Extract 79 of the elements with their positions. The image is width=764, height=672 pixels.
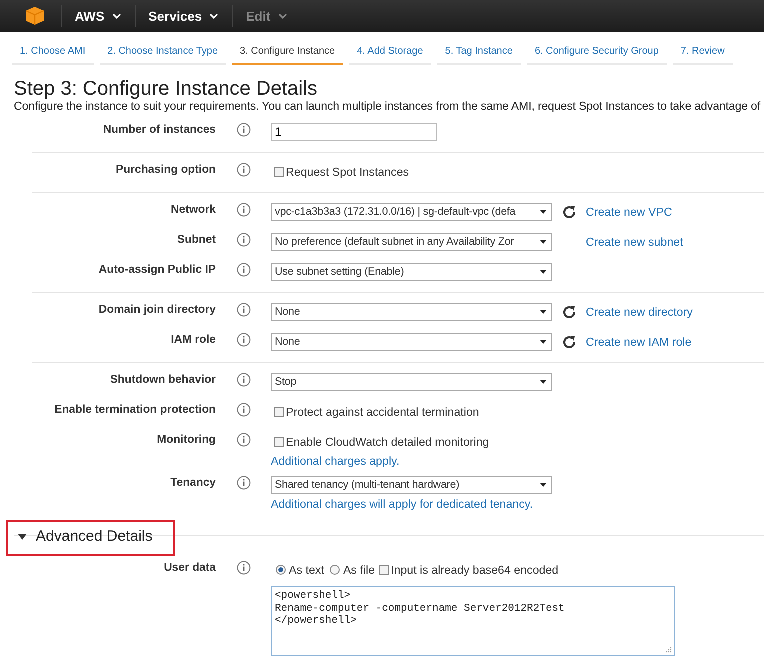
caret-icon bbox=[210, 14, 218, 18]
checkbox-label[interactable]: Enable CloudWatch detailed monitoring bbox=[286, 436, 490, 448]
field-label: Shutdown behavior bbox=[109, 373, 216, 386]
caret-icon bbox=[278, 14, 287, 18]
dropdown-arrow-icon bbox=[540, 270, 547, 274]
select-dropdown[interactable]: No preference (default subnet in any Availability Zor bbox=[271, 233, 552, 251]
field-label: User data bbox=[163, 561, 216, 574]
info-icon[interactable] bbox=[236, 433, 250, 447]
radio-label[interactable]: As text bbox=[289, 564, 324, 576]
field-label: Enable termination protection bbox=[54, 403, 216, 416]
wizard-step-tab[interactable]: 6. Configure Security Group bbox=[526, 42, 667, 65]
radio-label[interactable]: As file bbox=[343, 564, 376, 576]
checkbox[interactable] bbox=[274, 407, 284, 417]
cube-logo-icon[interactable] bbox=[25, 6, 45, 26]
nav-menu[interactable]: Services bbox=[136, 8, 232, 24]
resize-grip-icon[interactable] bbox=[666, 647, 672, 653]
checkbox[interactable] bbox=[274, 437, 284, 447]
info-icon[interactable] bbox=[236, 203, 250, 217]
select-dropdown[interactable]: Stop bbox=[271, 373, 552, 391]
field-label: Monitoring bbox=[156, 433, 216, 446]
info-icon[interactable] bbox=[236, 123, 250, 137]
field-label: Domain join directory bbox=[98, 303, 216, 316]
checkbox-label[interactable]: Input is already base64 encoded bbox=[391, 564, 559, 576]
checkbox-label[interactable]: Protect against accidental termination bbox=[286, 406, 480, 418]
create-link[interactable]: Create new IAM role bbox=[586, 336, 692, 348]
create-link[interactable]: Create new VPC bbox=[586, 206, 672, 218]
checkbox[interactable] bbox=[379, 565, 390, 575]
advanced-details-toggle[interactable]: Advanced Details bbox=[6, 520, 175, 556]
info-icon[interactable] bbox=[236, 263, 250, 277]
field-label: Tenancy bbox=[170, 476, 216, 489]
select-dropdown[interactable]: Use subnet setting (Enable) bbox=[271, 263, 552, 281]
info-icon[interactable] bbox=[236, 233, 250, 247]
create-link[interactable]: Create new subnet bbox=[586, 236, 684, 248]
refresh-icon[interactable] bbox=[562, 204, 576, 220]
info-icon[interactable] bbox=[236, 476, 250, 490]
page-title: Step 3: Configure Instance Details bbox=[14, 78, 319, 100]
dropdown-arrow-icon bbox=[540, 310, 547, 314]
field-label: Purchasing option bbox=[115, 163, 216, 176]
field-label: Number of instances bbox=[102, 123, 216, 136]
field-label: Auto-assign Public IP bbox=[98, 263, 216, 276]
checkbox-label[interactable]: Request Spot Instances bbox=[286, 166, 410, 178]
radio-button[interactable] bbox=[330, 565, 340, 575]
info-icon[interactable] bbox=[236, 403, 250, 417]
wizard-step-tab[interactable]: 5. Tag Instance bbox=[437, 42, 521, 65]
refresh-icon[interactable] bbox=[562, 334, 576, 350]
info-icon[interactable] bbox=[236, 561, 250, 575]
checkbox[interactable] bbox=[274, 167, 284, 177]
dropdown-arrow-icon bbox=[540, 240, 547, 244]
dropdown-arrow-icon bbox=[540, 483, 547, 487]
info-icon[interactable] bbox=[236, 163, 250, 177]
page-description: Configure the instance to suit your requirements. You can launch multiple instances from the same AMI, request Spot Instances to take advantage of bbox=[14, 100, 762, 113]
field-label: Subnet bbox=[176, 233, 216, 246]
info-icon[interactable] bbox=[236, 373, 250, 387]
nav-menu[interactable]: AWS bbox=[62, 8, 135, 24]
select-dropdown[interactable]: vpc-c1a3b3a3 (172.31.0.0/16) | sg-default-vpc (defa bbox=[271, 203, 552, 221]
charges-note-link[interactable]: Additional charges apply. bbox=[271, 455, 490, 468]
wizard-step-tab[interactable]: 2. Choose Instance Type bbox=[100, 42, 226, 65]
info-icon[interactable] bbox=[236, 333, 250, 347]
info-icon[interactable] bbox=[236, 303, 250, 317]
select-dropdown[interactable]: Shared tenancy (multi-tenant hardware) bbox=[271, 476, 552, 494]
dropdown-arrow-icon bbox=[540, 340, 547, 344]
wizard-step-tab[interactable]: 7. Review bbox=[672, 42, 733, 65]
dropdown-arrow-icon bbox=[540, 210, 547, 214]
select-dropdown[interactable]: None bbox=[271, 333, 552, 351]
user-data-field[interactable]: <powershell> Rename-computer -computername Server2012R2Test </powershell> bbox=[271, 586, 675, 656]
refresh-icon[interactable] bbox=[562, 304, 576, 320]
expand-caret-icon bbox=[18, 534, 27, 540]
caret-icon bbox=[112, 14, 121, 18]
field-label: Network bbox=[170, 203, 216, 216]
radio-button[interactable] bbox=[276, 565, 286, 575]
create-link[interactable]: Create new directory bbox=[586, 306, 693, 318]
number-input[interactable]: 1 bbox=[271, 123, 437, 141]
dropdown-arrow-icon bbox=[540, 380, 547, 384]
wizard-step-tab[interactable]: 4. Add Storage bbox=[349, 42, 432, 65]
wizard-step-tab[interactable]: 3. Configure Instance bbox=[232, 42, 344, 65]
wizard-step-tab[interactable]: 1. Choose AMI bbox=[12, 42, 94, 65]
charges-note-link[interactable]: Additional charges will apply for dedicated tenancy. bbox=[271, 498, 552, 511]
select-dropdown[interactable]: None bbox=[271, 303, 552, 321]
field-label: IAM role bbox=[170, 333, 216, 346]
